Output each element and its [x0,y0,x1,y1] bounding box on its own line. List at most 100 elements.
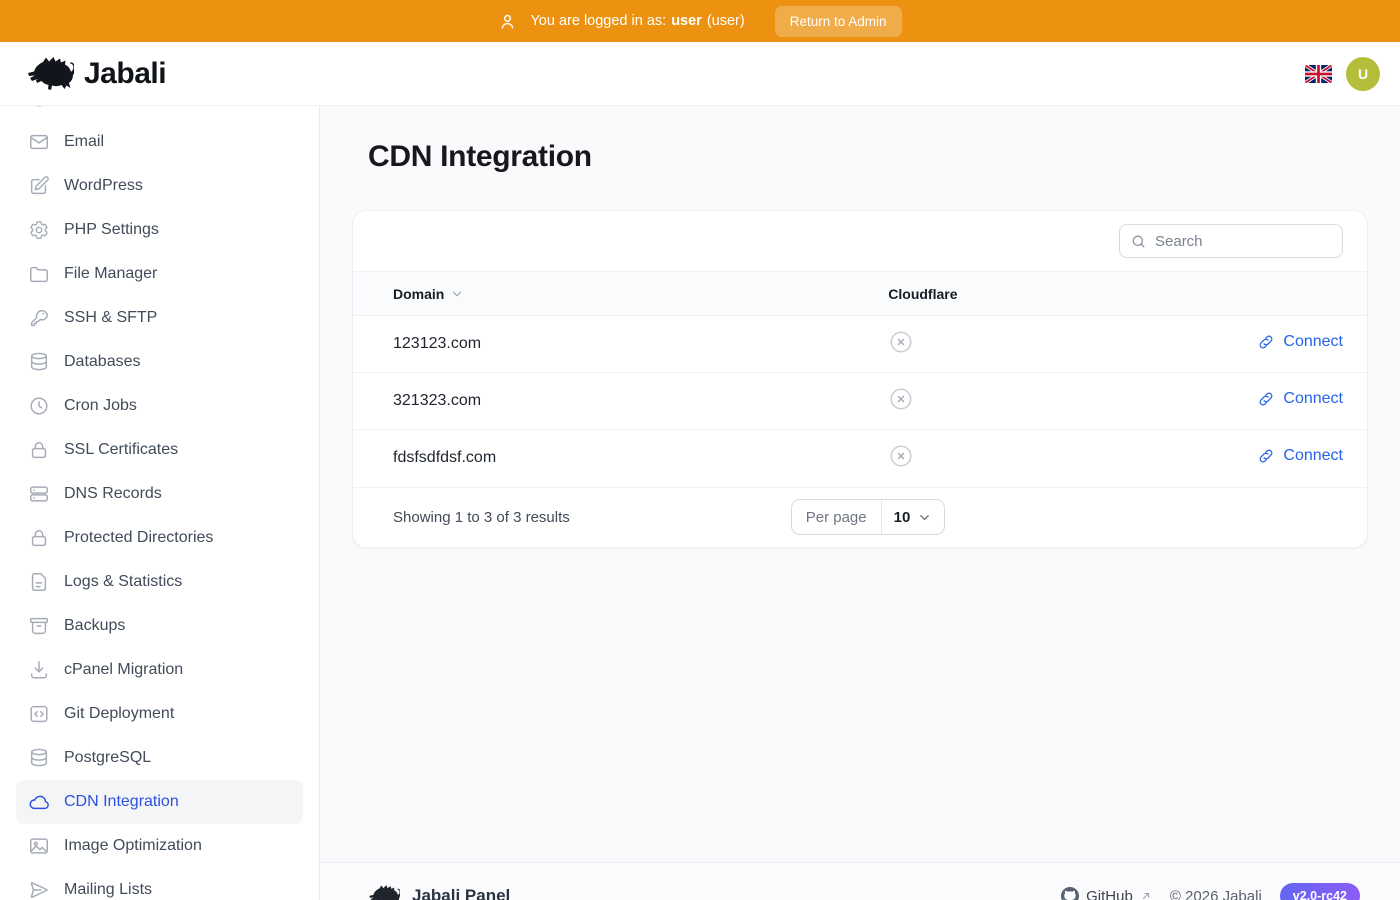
database-icon [28,351,50,373]
github-icon [1061,887,1079,900]
x-circle-icon [888,443,914,469]
footer-brand-name: Jabali Panel [412,886,510,900]
domains-table: Domain Cloudflare 123123.com [353,271,1367,487]
envelope-icon [28,131,50,153]
external-link-icon [1140,890,1152,900]
actions-cell: Connect [1154,316,1367,373]
cloudflare-status-cell [880,430,1154,487]
server-icon [28,483,50,505]
sidebar-item-backups[interactable]: Backups [16,604,303,648]
lock-icon [28,439,50,461]
table-header-row: Domain Cloudflare [353,272,1367,316]
pagination-bar: Showing 1 to 3 of 3 results Per page 10 [353,487,1367,547]
folder-icon [28,263,50,285]
sidebar-item-image-optimization[interactable]: Image Optimization [16,824,303,868]
sidebar: Email WordPress PHP Settings File Manage… [0,106,320,900]
code-icon [28,703,50,725]
sidebar-item-cpanel-migration[interactable]: cPanel Migration [16,648,303,692]
sidebar-item-postgresql[interactable]: PostgreSQL [16,736,303,780]
connect-link[interactable]: Connect [1257,390,1343,408]
sidebar-item-php-settings[interactable]: PHP Settings [16,208,303,252]
return-to-admin-button[interactable]: Return to Admin [775,6,902,37]
connect-link[interactable]: Connect [1257,447,1343,465]
table-row: 321323.com Connect [353,373,1367,430]
sidebar-item-wordpress[interactable]: WordPress [16,164,303,208]
database-icon [28,747,50,769]
cog-icon [28,219,50,241]
sidebar-item-databases[interactable]: Databases [16,340,303,384]
download-icon [28,659,50,681]
page-title: CDN Integration [368,140,1368,174]
globe-icon [28,106,50,109]
user-icon [498,12,517,31]
sidebar-item-dns-records[interactable]: DNS Records [16,472,303,516]
sidebar-item-email[interactable]: Email [16,120,303,164]
boar-logo-icon [368,884,400,900]
x-circle-icon [888,329,914,355]
key-icon [28,307,50,329]
sidebar-item-ssh-sftp[interactable]: SSH & SFTP [16,296,303,340]
cloudflare-status-cell [880,373,1154,430]
logged-in-text: You are logged in as: user (user) [530,13,744,29]
sidebar-item-git-deployment[interactable]: Git Deployment [16,692,303,736]
search-box[interactable] [1119,224,1343,258]
pencil-square-icon [28,175,50,197]
document-icon [28,571,50,593]
uk-flag-icon[interactable] [1305,65,1332,83]
user-avatar[interactable]: U [1346,57,1380,91]
cloud-icon [28,791,50,813]
impersonation-banner: You are logged in as: user (user) Return… [0,0,1400,42]
brand-name: Jabali [84,57,166,91]
app-footer: Jabali Panel GitHub © 2026 Jabali v2.0-r… [320,862,1400,900]
search-input[interactable] [1155,233,1332,250]
domain-cell: 123123.com [353,316,880,373]
x-circle-icon [888,386,914,412]
sidebar-item-cdn-integration[interactable]: CDN Integration [16,780,303,824]
copyright-text: © 2026 Jabali [1170,888,1262,900]
archive-icon [28,615,50,637]
connect-link[interactable]: Connect [1257,333,1343,351]
actions-cell: Connect [1154,373,1367,430]
cloudflare-status-cell [880,316,1154,373]
domain-cell: fdsfsdfdsf.com [353,430,880,487]
sidebar-item-protected-directories[interactable]: Protected Directories [16,516,303,560]
app-header: Jabali U [0,42,1400,106]
clock-icon [28,395,50,417]
header-actions: U [1305,57,1380,91]
impersonated-role: (user) [707,13,745,29]
sort-domain-button[interactable]: Domain [393,286,464,302]
main-content: CDN Integration Domain [320,106,1400,900]
version-badge: v2.0-rc42 [1280,883,1360,900]
link-icon [1257,390,1275,408]
per-page-value: 10 [894,509,911,526]
chevron-down-icon [917,510,932,525]
table-toolbar [353,211,1367,271]
cdn-table-card: Domain Cloudflare 123123.com [352,210,1368,548]
per-page-label: Per page [792,500,882,534]
sidebar-item-mailing-lists[interactable]: Mailing Lists [16,868,303,900]
sidebar-item-logs-statistics[interactable]: Logs & Statistics [16,560,303,604]
actions-cell: Connect [1154,430,1367,487]
domain-cell: 321323.com [353,373,880,430]
column-header-cloudflare: Cloudflare [880,272,1154,316]
photo-icon [28,835,50,857]
footer-brand: Jabali Panel [368,884,510,900]
chevron-down-icon [450,287,464,301]
results-summary: Showing 1 to 3 of 3 results [393,509,710,526]
boar-logo-icon [26,55,74,93]
github-link[interactable]: GitHub [1061,887,1152,900]
link-icon [1257,333,1275,351]
app-logo[interactable]: Jabali [26,55,166,93]
lock-icon [28,527,50,549]
per-page-select[interactable]: Per page 10 [791,499,946,535]
paper-plane-icon [28,879,50,900]
link-icon [1257,447,1275,465]
sidebar-item-file-manager[interactable]: File Manager [16,252,303,296]
search-icon [1130,233,1147,250]
sidebar-item-cut[interactable] [16,106,303,120]
sidebar-item-ssl-certificates[interactable]: SSL Certificates [16,428,303,472]
table-row: fdsfsdfdsf.com Connect [353,430,1367,487]
table-row: 123123.com Connect [353,316,1367,373]
impersonated-username: user [671,13,702,29]
sidebar-item-cron-jobs[interactable]: Cron Jobs [16,384,303,428]
